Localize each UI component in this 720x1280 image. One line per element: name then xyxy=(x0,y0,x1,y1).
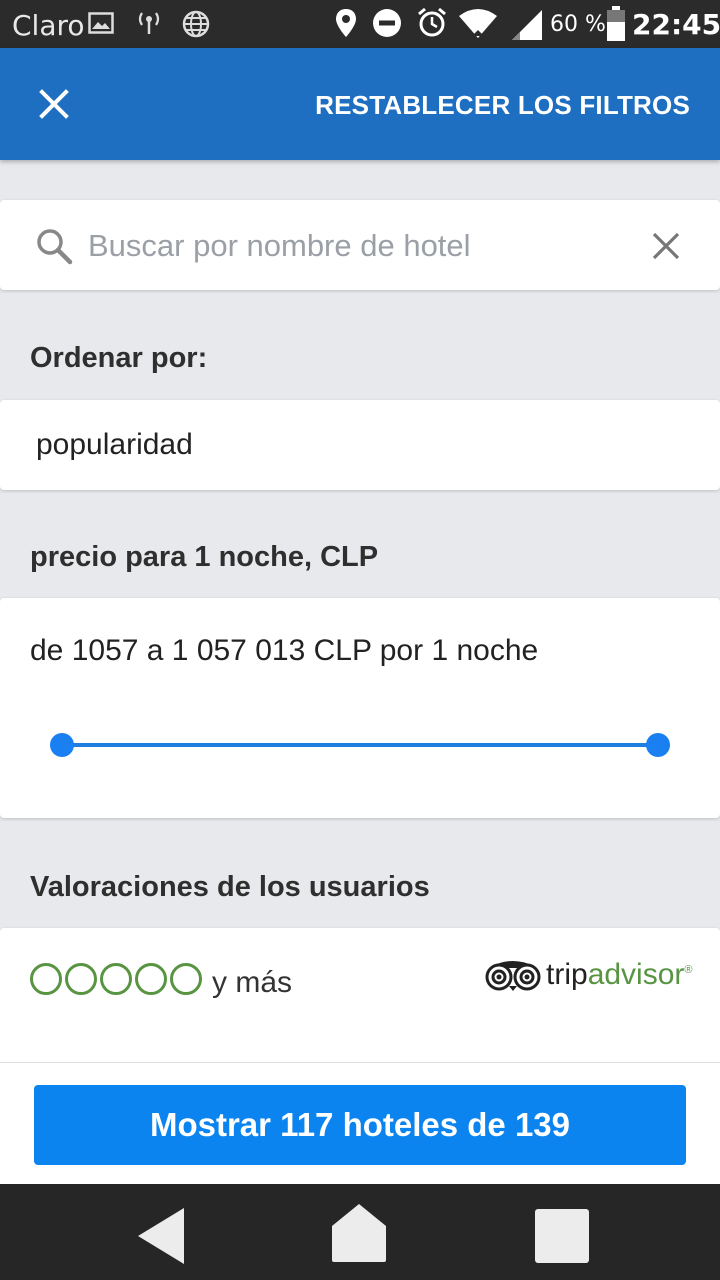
image-icon xyxy=(88,12,114,34)
rating-suffix: y más xyxy=(212,966,293,999)
clock: 22:45 xyxy=(632,8,720,41)
sort-selector[interactable]: popularidad xyxy=(0,400,720,490)
filter-app-bar: RESTABLECER LOS FILTROS xyxy=(0,48,720,160)
price-slider-max-handle[interactable] xyxy=(646,733,670,757)
ratings-card[interactable]: y más tripadvisor® xyxy=(0,928,720,1078)
rating-circle[interactable] xyxy=(135,963,167,995)
rating-circles[interactable] xyxy=(30,962,202,996)
location-icon xyxy=(336,9,356,37)
home-icon[interactable] xyxy=(330,1202,388,1264)
tripadvisor-owl-icon xyxy=(485,961,541,991)
rating-circle[interactable] xyxy=(100,963,132,995)
dnd-icon xyxy=(373,9,401,37)
carrier-name: Claro xyxy=(12,9,85,42)
sort-label: Ordenar por: xyxy=(30,342,208,374)
tripadvisor-logo: tripadvisor® xyxy=(484,958,693,992)
rating-circle[interactable] xyxy=(170,963,202,995)
battery-icon xyxy=(607,6,625,41)
globe-icon xyxy=(182,10,210,38)
registered-mark: ® xyxy=(684,964,693,976)
close-button[interactable] xyxy=(30,80,78,128)
back-icon[interactable] xyxy=(134,1206,188,1266)
tripadvisor-wordmark-trip: trip xyxy=(546,958,588,991)
price-range-text: de 1057 a 1 057 013 CLP por 1 noche xyxy=(30,634,539,667)
wifi-icon xyxy=(459,9,497,40)
price-slider-track[interactable] xyxy=(62,743,658,747)
alarm-icon xyxy=(418,7,446,37)
system-nav-bar xyxy=(0,1184,720,1280)
reset-filters-button[interactable]: RESTABLECER LOS FILTROS xyxy=(315,90,690,121)
hotel-search-card xyxy=(0,200,720,290)
battery-percentage: 60 % xyxy=(550,12,606,37)
close-icon xyxy=(39,89,69,119)
price-slider-min-handle[interactable] xyxy=(50,733,74,757)
price-card: de 1057 a 1 057 013 CLP por 1 noche xyxy=(0,598,720,818)
sort-value: popularidad xyxy=(36,428,193,461)
recents-icon[interactable] xyxy=(534,1208,590,1264)
show-hotels-button[interactable]: Mostrar 117 hoteles de 139 xyxy=(34,1085,686,1165)
signal-icon xyxy=(512,10,542,40)
rating-circle[interactable] xyxy=(65,963,97,995)
antenna-icon xyxy=(138,12,160,34)
clear-search-icon[interactable] xyxy=(648,228,684,264)
hotel-search-input[interactable] xyxy=(88,222,628,270)
price-label: precio para 1 noche, CLP xyxy=(30,541,379,573)
status-bar: Claro 60 % 22:45 xyxy=(0,0,720,48)
tripadvisor-wordmark-advisor: advisor xyxy=(587,958,685,991)
search-icon xyxy=(37,229,73,265)
ratings-label: Valoraciones de los usuarios xyxy=(30,871,430,903)
rating-circle[interactable] xyxy=(30,963,62,995)
bottom-action-area: Mostrar 117 hoteles de 139 xyxy=(0,1062,720,1184)
